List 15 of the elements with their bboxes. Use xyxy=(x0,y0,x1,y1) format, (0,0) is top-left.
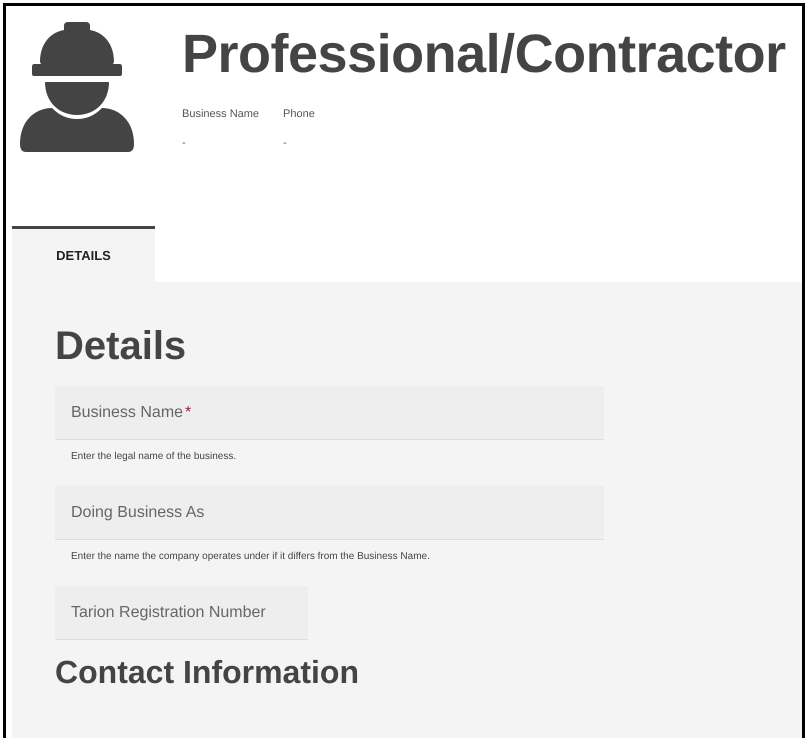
field-hint: Enter the name the company operates under if it differs from the Business Name. xyxy=(70,550,431,564)
tab[interactable]: DETAILS xyxy=(12,226,155,282)
required-mark: * xyxy=(185,402,192,422)
section-title: Contact Information xyxy=(55,653,360,692)
section-title: Details xyxy=(55,323,188,370)
input-field[interactable]: Business Name* xyxy=(55,386,604,440)
info-value: - xyxy=(283,136,288,150)
info-value: - xyxy=(182,136,187,150)
field-hint: Enter the legal name of the business. xyxy=(70,450,238,464)
input-field[interactable]: Doing Business As xyxy=(55,486,604,540)
info-label: Phone xyxy=(283,107,315,122)
page-title: Professional/Contractor xyxy=(182,23,786,86)
construction-worker-icon xyxy=(20,22,134,153)
info-label: Business Name xyxy=(182,107,260,122)
input-field[interactable]: Tarion Registration Number xyxy=(55,586,308,640)
